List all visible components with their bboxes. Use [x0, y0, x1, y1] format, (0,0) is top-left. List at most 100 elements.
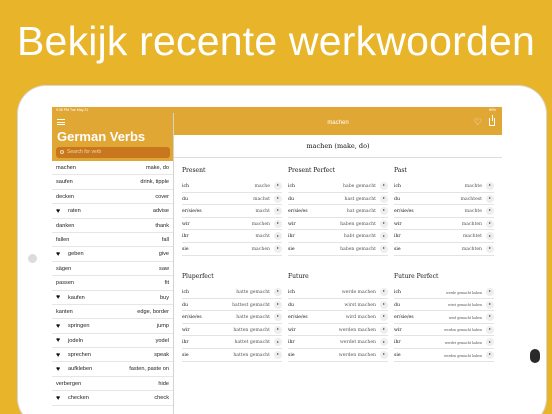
share-icon[interactable]	[489, 115, 495, 126]
play-audio-icon[interactable]	[274, 182, 282, 190]
verb-list-item[interactable]: ♥ kaufen buy	[52, 291, 173, 305]
play-audio-icon[interactable]	[380, 207, 388, 216]
play-audio-icon[interactable]	[380, 219, 388, 228]
conjugation-row: er/sie/es wird machen	[288, 311, 388, 324]
play-audio-icon[interactable]	[380, 232, 388, 241]
conjugation-row: wir hatten gemacht	[182, 324, 282, 337]
verb-list-item[interactable]: ♥ jodeln yodel	[52, 334, 173, 349]
play-audio-icon[interactable]	[274, 338, 282, 347]
play-audio-icon[interactable]	[274, 207, 282, 216]
play-audio-icon[interactable]	[486, 300, 494, 309]
app-title: German Verbs	[57, 129, 146, 144]
play-audio-icon[interactable]	[274, 300, 282, 309]
conjugation-row: sie machen	[182, 243, 282, 256]
play-audio-icon[interactable]	[380, 338, 388, 347]
verb-list-item[interactable]: ♥ geben give	[52, 247, 173, 262]
favorite-heart-icon: ♥	[56, 337, 61, 345]
verb-form: habt gemacht	[343, 234, 376, 240]
play-audio-icon[interactable]	[486, 313, 494, 322]
pronoun: sie	[182, 352, 189, 358]
play-audio-icon[interactable]	[380, 288, 388, 296]
verb-translation: fit	[164, 280, 169, 287]
verb-list-item[interactable]: ♥ aufkleben fasten, paste on	[52, 362, 173, 377]
play-audio-icon[interactable]	[274, 288, 282, 296]
pronoun: sie	[288, 246, 295, 252]
play-audio-icon[interactable]	[380, 350, 388, 359]
favorite-heart-icon[interactable]: ♡	[474, 118, 482, 127]
play-audio-icon[interactable]	[274, 219, 282, 228]
verb-name: saufen	[56, 179, 73, 186]
conjugation-row: ich machte	[394, 180, 494, 193]
verb-name: machen	[56, 165, 76, 171]
verb-list-item[interactable]: ♥ sprechen speak	[52, 348, 173, 363]
nav-title: machen	[327, 120, 349, 126]
play-audio-icon[interactable]	[380, 182, 388, 190]
pronoun: ihr	[394, 340, 401, 346]
play-audio-icon[interactable]	[380, 325, 388, 334]
verb-translation: speak	[154, 352, 169, 359]
play-audio-icon[interactable]	[486, 244, 494, 253]
play-audio-icon[interactable]	[486, 350, 494, 359]
conjugation-row: ihr hattet gemacht	[182, 336, 282, 349]
conjugation-row: sie machten	[394, 243, 494, 256]
conjugation-row: sie haben gemacht	[288, 243, 388, 256]
play-audio-icon[interactable]	[486, 288, 494, 296]
verb-list-item[interactable]: fallen fall	[52, 233, 173, 248]
verb-name: jodeln	[68, 337, 83, 344]
search-input[interactable]: Search for verb	[56, 147, 170, 158]
pronoun: er/sie/es	[288, 315, 308, 321]
verb-list-item[interactable]: saufen drink, tipple	[52, 175, 173, 190]
verb-name: sprechen	[68, 352, 92, 359]
verb-form: hatte gemacht	[236, 290, 270, 295]
favorite-heart-icon: ♥	[56, 250, 61, 258]
play-audio-icon[interactable]	[380, 300, 388, 309]
play-audio-icon[interactable]	[486, 182, 494, 190]
verb-list-item[interactable]: kanten edge, border	[52, 305, 173, 320]
play-audio-icon[interactable]	[486, 325, 494, 334]
play-audio-icon[interactable]	[380, 313, 388, 322]
verb-list-item[interactable]: ♥ checken check	[52, 391, 173, 406]
verb-list-item[interactable]: verbergen hide	[52, 377, 173, 392]
play-audio-icon[interactable]	[486, 219, 494, 228]
menu-icon[interactable]	[57, 119, 65, 125]
play-audio-icon[interactable]	[486, 207, 494, 216]
play-audio-icon[interactable]	[380, 194, 388, 203]
pronoun: ihr	[182, 234, 189, 240]
tense-title: Future	[288, 273, 309, 280]
verb-name: kanten	[56, 308, 73, 315]
conjugation-row: wir werden gemacht haben	[394, 324, 494, 337]
play-audio-icon[interactable]	[274, 232, 282, 241]
verb-list-item[interactable]: ♥ raten advise	[52, 204, 173, 219]
favorite-heart-icon: ♥	[56, 394, 61, 402]
verb-form: wirst machen	[344, 302, 376, 308]
tense-title: Past	[394, 167, 407, 174]
play-audio-icon[interactable]	[274, 313, 282, 322]
camera-dot	[28, 254, 37, 263]
verb-translation: check	[154, 395, 169, 402]
play-audio-icon[interactable]	[486, 338, 494, 347]
conjugation-row: du machtest	[394, 193, 494, 206]
play-audio-icon[interactable]	[486, 194, 494, 203]
play-audio-icon[interactable]	[274, 350, 282, 359]
verb-form: machen	[251, 221, 270, 227]
verb-list-item[interactable]: danken thank	[52, 219, 173, 233]
play-audio-icon[interactable]	[274, 325, 282, 334]
verb-list-item[interactable]: sägen saw	[52, 262, 173, 277]
pronoun: du	[182, 302, 188, 308]
conjugation-row: er/sie/es wird gemacht haben	[394, 311, 494, 324]
verb-list-item[interactable]: machen make, do	[52, 161, 173, 176]
verb-form: werde machen	[341, 290, 376, 295]
pronoun: ich	[288, 290, 296, 295]
play-audio-icon[interactable]	[486, 232, 494, 241]
verb-name: danken	[56, 222, 75, 229]
verb-list-item[interactable]: ♥ springen jump	[52, 319, 173, 334]
verb-form: machst	[253, 196, 270, 202]
play-audio-icon[interactable]	[274, 244, 282, 253]
conjugation-row: er/sie/es machte	[394, 205, 494, 218]
verb-form: werden gemacht haben	[443, 353, 482, 358]
play-audio-icon[interactable]	[274, 194, 282, 203]
play-audio-icon[interactable]	[380, 244, 388, 253]
verb-list-item[interactable]: passen fit	[52, 276, 173, 291]
verb-list-item[interactable]: decken cover	[52, 190, 173, 205]
verb-name: checken	[68, 395, 89, 402]
